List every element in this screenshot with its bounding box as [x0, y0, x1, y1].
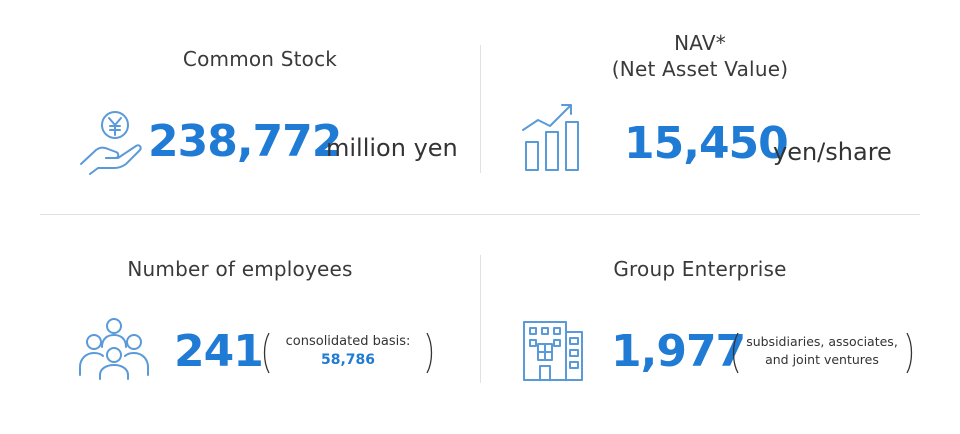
group-note-line2: and joint ventures [765, 352, 879, 367]
nav-title-line2: (Net Asset Value) [611, 57, 789, 81]
nav-value: 15,450 [624, 118, 789, 169]
employees-value: 241 [174, 326, 264, 377]
group-value: 1,977 [611, 326, 746, 377]
yen-coin-hand-icon [80, 111, 142, 175]
right-paren [426, 332, 433, 374]
horizontal-divider [40, 214, 920, 215]
nav-title: NAV* (Net Asset Value) [520, 30, 880, 82]
employees-note: consolidated basis: 58,786 [270, 333, 426, 369]
nav-title-line1: NAV* [674, 31, 726, 55]
people-group-icon [79, 318, 149, 380]
group-title: Group Enterprise [613, 257, 787, 281]
group-note: subsidiaries, associates, and joint vent… [737, 333, 907, 369]
group-note-line1: subsidiaries, associates, [746, 334, 898, 349]
common-stock-unit: million yen [326, 134, 458, 162]
bar-chart-growth-icon [522, 104, 579, 171]
vertical-divider-top [480, 45, 481, 173]
employees-title: Number of employees [127, 257, 353, 281]
building-icon [523, 321, 583, 381]
right-paren [906, 332, 913, 374]
common-stock-value: 238,772 [148, 116, 342, 167]
vertical-divider-bottom [480, 255, 481, 383]
common-stock-title: Common Stock [182, 47, 338, 71]
nav-unit: yen/share [773, 138, 892, 166]
employees-note-value: 58,786 [320, 352, 376, 368]
employees-note-label: consolidated basis: [285, 334, 411, 349]
left-paren [263, 332, 270, 374]
